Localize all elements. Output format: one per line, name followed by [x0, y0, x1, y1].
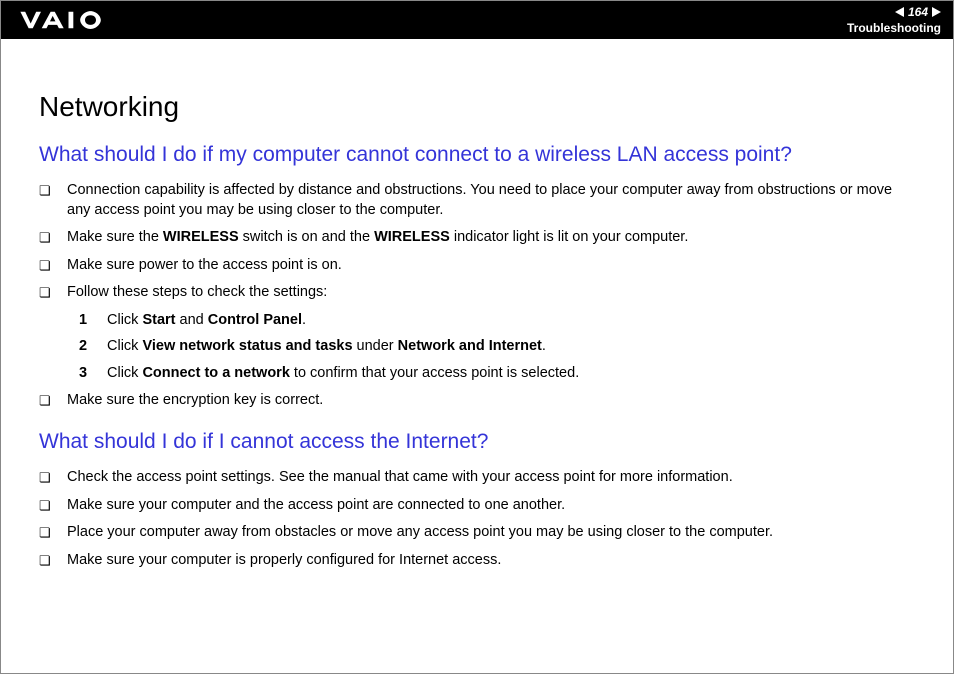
step-number: 3	[79, 364, 107, 384]
bullet-list-1: ❏ Connection capability is affected by d…	[39, 181, 915, 303]
step-text: Click Connect to a network to confirm th…	[107, 364, 579, 384]
bullet-text: Make sure your computer and the access p…	[67, 496, 915, 516]
step-item: 1 Click Start and Control Panel.	[79, 311, 915, 331]
list-item: ❏ Make sure your computer is properly co…	[39, 551, 915, 571]
bullet-text: Make sure the encryption key is correct.	[67, 391, 915, 411]
bullet-list-1b: ❏ Make sure the encryption key is correc…	[39, 391, 915, 411]
list-item: ❏ Make sure the WIRELESS switch is on an…	[39, 228, 915, 248]
bullet-icon: ❏	[39, 496, 67, 515]
header-meta: 164 Troubleshooting	[847, 5, 941, 35]
bullet-text: Make sure your computer is properly conf…	[67, 551, 915, 571]
bullet-text: Place your computer away from obstacles …	[67, 523, 915, 543]
list-item: ❏ Place your computer away from obstacle…	[39, 523, 915, 543]
bullet-text: Make sure power to the access point is o…	[67, 256, 915, 276]
bullet-icon: ❏	[39, 228, 67, 247]
step-number: 2	[79, 337, 107, 357]
bullet-icon: ❏	[39, 181, 67, 200]
page-title: Networking	[39, 91, 915, 123]
bullet-icon: ❏	[39, 551, 67, 570]
bullet-icon: ❏	[39, 283, 67, 302]
bullet-text: Follow these steps to check the settings…	[67, 283, 915, 303]
document-page: 164 Troubleshooting Networking What shou…	[0, 0, 954, 674]
list-item: ❏ Make sure power to the access point is…	[39, 256, 915, 276]
content-area: Networking What should I do if my comput…	[1, 39, 953, 598]
step-text: Click View network status and tasks unde…	[107, 337, 546, 357]
bullet-text: Make sure the WIRELESS switch is on and …	[67, 228, 915, 248]
bullet-icon: ❏	[39, 523, 67, 542]
list-item: ❏ Check the access point settings. See t…	[39, 468, 915, 488]
bullet-icon: ❏	[39, 391, 67, 410]
page-number: 164	[908, 5, 928, 19]
list-item: ❏ Make sure your computer and the access…	[39, 496, 915, 516]
step-text: Click Start and Control Panel.	[107, 311, 306, 331]
page-nav: 164	[895, 5, 941, 19]
bullet-icon: ❏	[39, 256, 67, 275]
section-label: Troubleshooting	[847, 21, 941, 35]
bullet-text: Check the access point settings. See the…	[67, 468, 915, 488]
bullet-list-2: ❏ Check the access point settings. See t…	[39, 468, 915, 570]
step-item: 3 Click Connect to a network to confirm …	[79, 364, 915, 384]
list-item: ❏ Connection capability is affected by d…	[39, 181, 915, 220]
steps-list: 1 Click Start and Control Panel. 2 Click…	[39, 311, 915, 384]
nav-next-icon[interactable]	[932, 7, 941, 17]
list-item: ❏ Make sure the encryption key is correc…	[39, 391, 915, 411]
question-heading-2: What should I do if I cannot access the …	[39, 430, 915, 454]
vaio-logo	[19, 9, 129, 31]
bullet-icon: ❏	[39, 468, 67, 487]
nav-prev-icon[interactable]	[895, 7, 904, 17]
header-bar: 164 Troubleshooting	[1, 1, 953, 39]
bullet-text: Connection capability is affected by dis…	[67, 181, 915, 220]
question-heading-1: What should I do if my computer cannot c…	[39, 143, 915, 167]
list-item: ❏ Follow these steps to check the settin…	[39, 283, 915, 303]
step-number: 1	[79, 311, 107, 331]
step-item: 2 Click View network status and tasks un…	[79, 337, 915, 357]
